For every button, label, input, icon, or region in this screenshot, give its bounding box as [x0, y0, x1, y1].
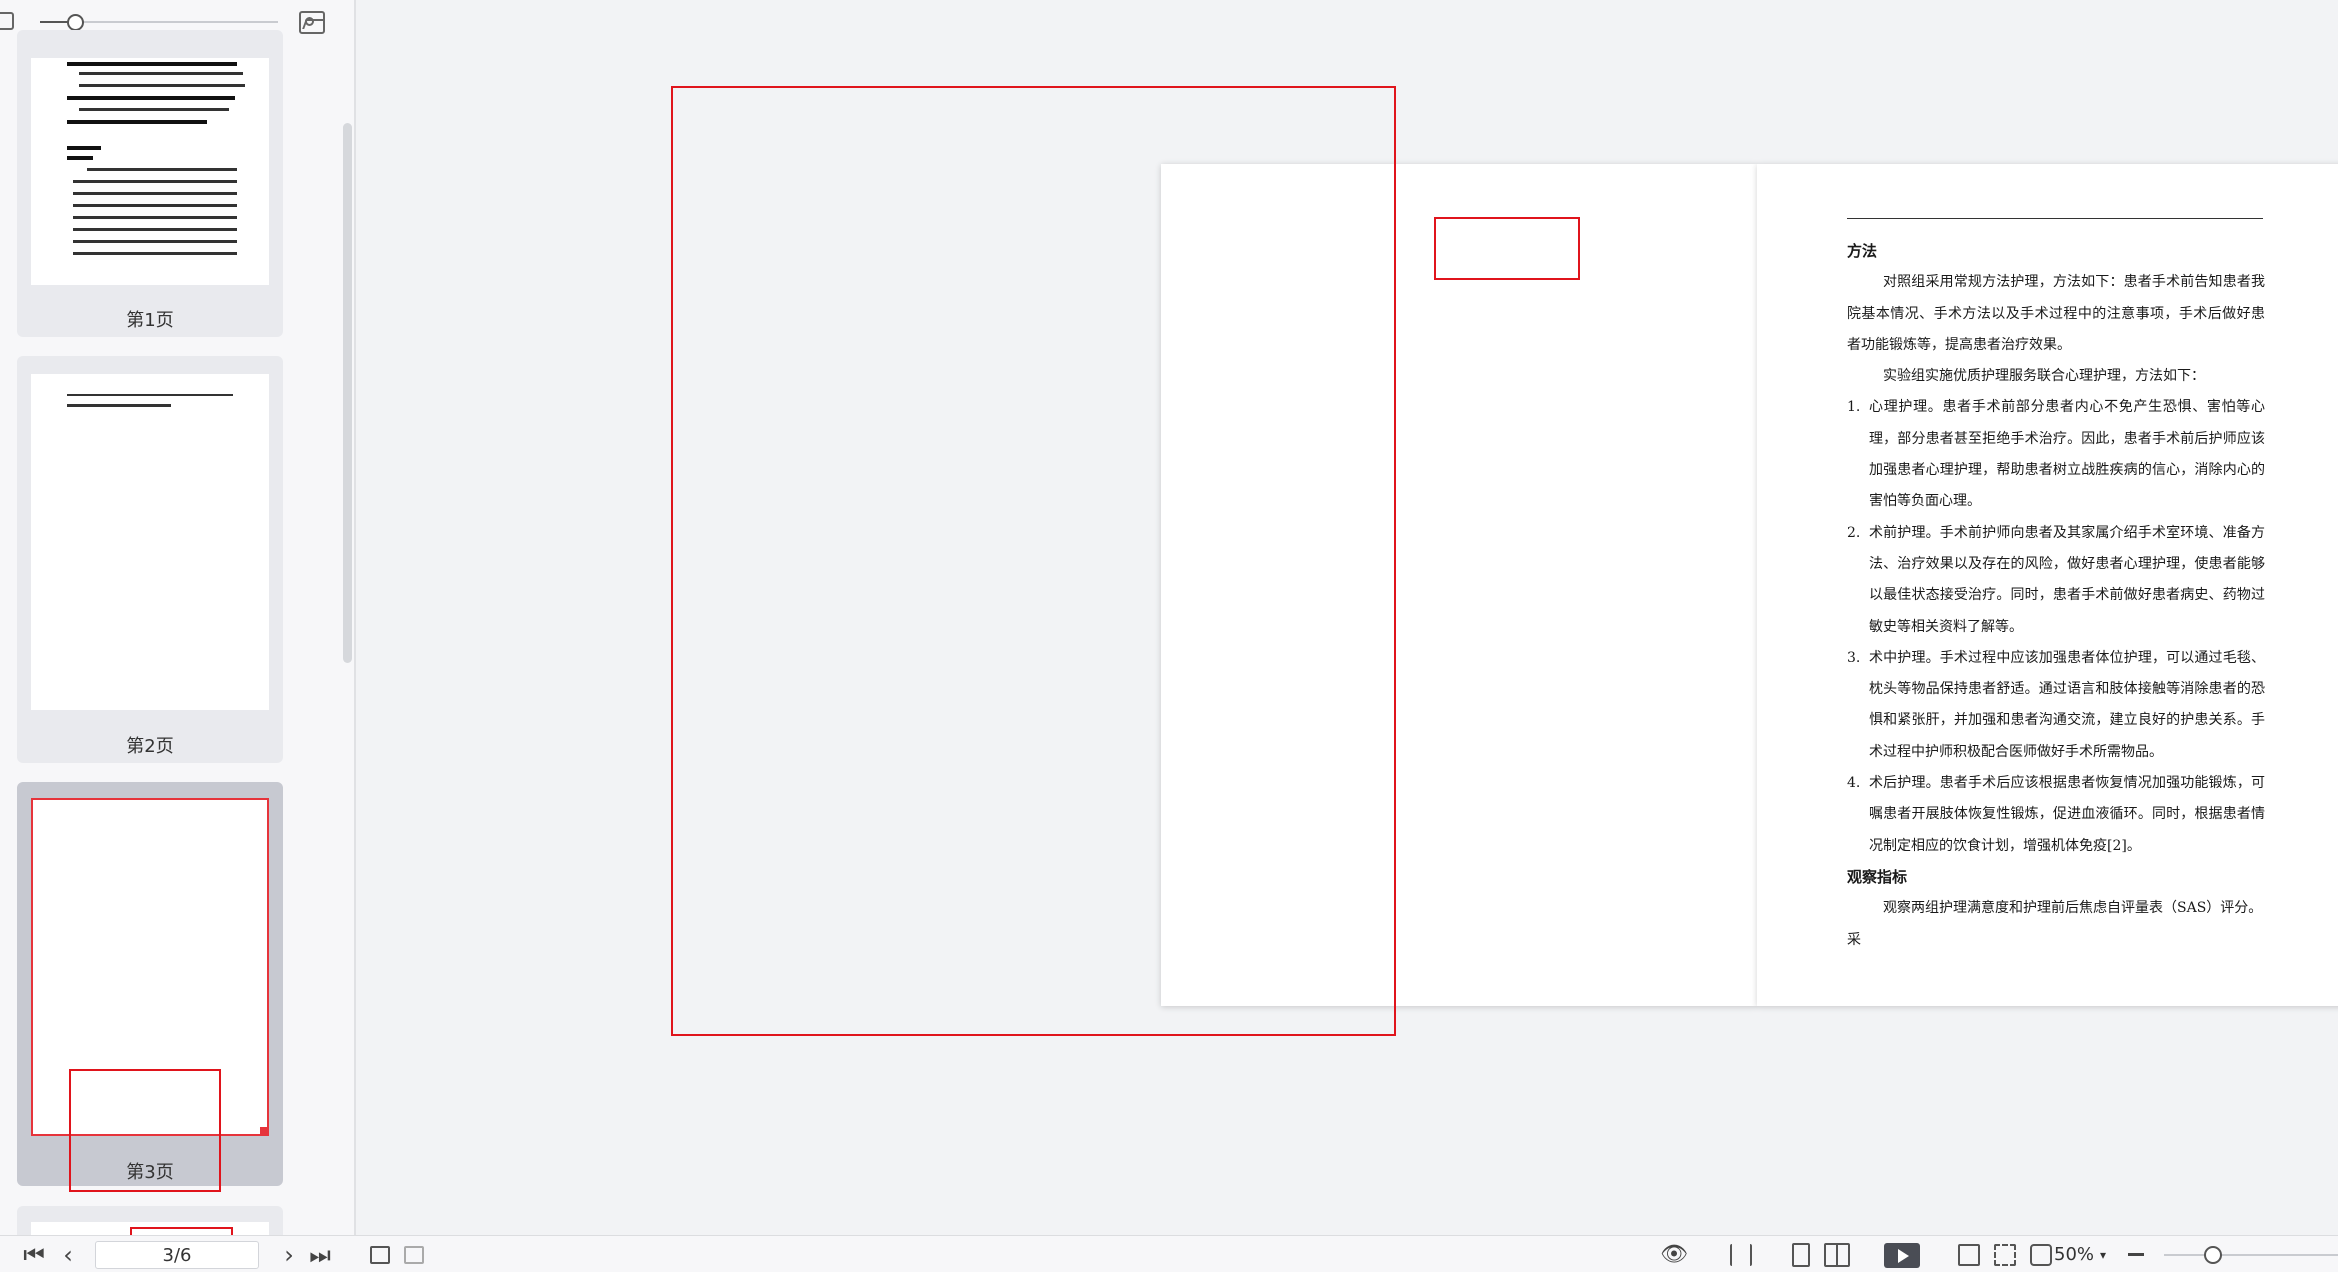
- fit-width-icon[interactable]: [2030, 1244, 2052, 1266]
- go-back-icon[interactable]: [370, 1246, 390, 1264]
- list-item: 4. 术后护理。患者手术后应该根据患者恢复情况加强功能锻炼，可嘱患者开展肢体恢复…: [1847, 775, 2265, 854]
- list-item: 3. 术中护理。手术过程中应该加强患者体位护理，可以通过毛毯、枕头等物品保持患者…: [1847, 649, 2265, 760]
- list-item: 1. 心理护理。患者手术前部分患者内心不免产生恐惧、害怕等心理，部分患者甚至拒绝…: [1847, 399, 2265, 510]
- document-page-4: 方法 对照组采用常规方法护理，方法如下：患者手术前告知患者我院基本情况、手术方法…: [1757, 164, 2338, 1006]
- thumbnail-page-2[interactable]: 第2页: [17, 356, 283, 763]
- prev-page-icon[interactable]: ‹: [54, 1236, 82, 1272]
- zoom-slider[interactable]: [2164, 1254, 2338, 1256]
- two-page-icon[interactable]: [1824, 1243, 1850, 1267]
- page-number-input[interactable]: 3/6: [95, 1241, 259, 1269]
- eye-protection-icon[interactable]: 👁: [1656, 1236, 1692, 1272]
- next-page-icon[interactable]: ›: [275, 1236, 303, 1272]
- thumbnail-page-2-preview: [31, 374, 269, 710]
- header-rule: [1847, 218, 2263, 219]
- thumbnail-page-1-preview: [31, 58, 269, 285]
- zoom-out-icon[interactable]: [2128, 1253, 2144, 1256]
- first-page-icon[interactable]: ⏮: [20, 1236, 48, 1272]
- fit-page-icon[interactable]: [1994, 1244, 2016, 1266]
- annotation-box-heading: [1434, 217, 1580, 280]
- large-thumbnail-icon[interactable]: [299, 11, 325, 34]
- annotation-box-left-page: [671, 86, 1396, 1036]
- zoom-slider-knob[interactable]: [2204, 1246, 2222, 1264]
- actual-size-icon[interactable]: [1958, 1244, 1980, 1266]
- paragraph-observation: 观察两组护理满意度和护理前后焦虑自评量表（SAS）评分。采: [1847, 900, 2263, 948]
- play-icon[interactable]: [1884, 1243, 1920, 1268]
- single-page-icon[interactable]: [1792, 1243, 1810, 1267]
- thumbnail-size-slider-knob[interactable]: [67, 14, 84, 31]
- paragraph-control-group: 对照组采用常规方法护理，方法如下：患者手术前告知患者我院基本情况、手术方法以及手…: [1847, 274, 2265, 353]
- fit-height-icon[interactable]: [1730, 1244, 1752, 1266]
- thumbnail-page-1-label: 第1页: [126, 310, 174, 331]
- list-item: 2. 术前护理。手术前护师向患者及其家属介绍手术室环境、准备方法、治疗效果以及存…: [1847, 524, 2265, 635]
- thumbnail-page-2-label: 第2页: [126, 736, 174, 757]
- thumbnail-sidebar: 第1页 第2页 第3页: [0, 0, 356, 1246]
- status-bar: ⏮ ‹ 3/6 › ⏭ 👁 50% ▾: [0, 1235, 2338, 1272]
- annotation-box-thumbnail-label: [69, 1069, 221, 1192]
- page-indicator: 3/6: [162, 1244, 192, 1266]
- zoom-level-dropdown[interactable]: 50% ▾: [2054, 1236, 2106, 1272]
- thumbnail-page-1[interactable]: 第1页: [17, 30, 283, 337]
- heading-method: 方法: [1847, 242, 1878, 260]
- go-forward-icon[interactable]: [404, 1246, 424, 1264]
- last-page-icon[interactable]: ⏭: [306, 1236, 334, 1272]
- small-thumbnail-icon[interactable]: [0, 12, 14, 30]
- chevron-down-icon: ▾: [2100, 1247, 2107, 1262]
- heading-observation: 观察指标: [1847, 867, 1908, 886]
- page-text: 方法 对照组采用常规方法护理，方法如下：患者手术前告知患者我院基本情况、手术方法…: [1847, 236, 2265, 956]
- paragraph-experiment-group: 实验组实施优质护理服务联合心理护理，方法如下：: [1883, 368, 2205, 385]
- sidebar-scrollbar[interactable]: [343, 123, 352, 663]
